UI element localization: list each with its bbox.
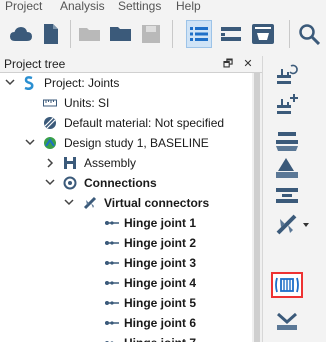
expanded-chevron-icon[interactable] xyxy=(5,73,15,93)
hinge-joint-icon xyxy=(104,256,119,270)
list-view-icon[interactable] xyxy=(186,20,212,48)
hinge-joint-icon xyxy=(104,216,119,230)
menu-help[interactable]: Help xyxy=(176,0,201,13)
collapsed-chevron-icon[interactable] xyxy=(45,153,55,173)
main-toolbar xyxy=(0,14,326,57)
units-ruler-icon xyxy=(43,96,57,110)
menu-analysis[interactable]: Analysis xyxy=(60,0,105,13)
connector-dropdown-icon[interactable] xyxy=(271,212,315,238)
hinge-joint-icon xyxy=(104,236,119,250)
undock-icon[interactable]: 🗗 xyxy=(221,57,235,71)
search-icon[interactable] xyxy=(296,20,322,48)
project-icon xyxy=(22,76,36,91)
expanded-chevron-icon[interactable] xyxy=(25,133,35,153)
project-tree: Project: Joints Units: SI Default materi… xyxy=(0,73,262,342)
fold-down-icon[interactable] xyxy=(271,308,303,334)
expanded-chevron-icon[interactable] xyxy=(64,193,74,213)
open-folder-disabled-icon xyxy=(77,20,103,48)
weld-plate-icon[interactable] xyxy=(271,156,303,182)
beam-icon[interactable] xyxy=(271,128,303,154)
connections-icon xyxy=(63,176,77,190)
menu-project[interactable]: Project xyxy=(5,0,42,13)
tree-scrollbar[interactable] xyxy=(252,73,262,342)
panel-title: Project tree xyxy=(4,57,66,71)
menu-bar: Project Analysis Settings Help xyxy=(0,0,326,14)
menu-settings[interactable]: Settings xyxy=(118,0,161,13)
hinge-joint-icon xyxy=(104,336,118,342)
hinge-selected-icon[interactable] xyxy=(271,272,303,298)
plate-stack-icon[interactable] xyxy=(271,184,303,210)
hinge-joint-icon xyxy=(104,296,119,310)
design-study-icon xyxy=(43,136,57,150)
material-icon xyxy=(43,116,57,130)
virtual-connectors-icon xyxy=(83,196,97,210)
report-icon[interactable] xyxy=(250,20,276,48)
right-toolbar xyxy=(262,56,326,342)
refresh-stack-icon[interactable] xyxy=(271,62,303,88)
add-stack-icon[interactable] xyxy=(271,92,303,118)
expanded-chevron-icon[interactable] xyxy=(45,173,55,193)
assembly-icon xyxy=(63,156,77,170)
new-file-icon[interactable] xyxy=(38,20,64,48)
hinge-joint-icon xyxy=(104,276,119,290)
save-disabled-icon xyxy=(138,20,164,48)
project-tree-header: Project tree 🗗 ✕ xyxy=(0,56,262,73)
scrollbar-thumb[interactable] xyxy=(254,73,260,342)
flow-view-icon[interactable] xyxy=(218,20,244,48)
close-icon[interactable]: ✕ xyxy=(241,57,255,71)
cloud-icon[interactable] xyxy=(8,20,34,48)
folder-icon[interactable] xyxy=(108,20,134,48)
hinge-joint-icon xyxy=(104,316,119,330)
